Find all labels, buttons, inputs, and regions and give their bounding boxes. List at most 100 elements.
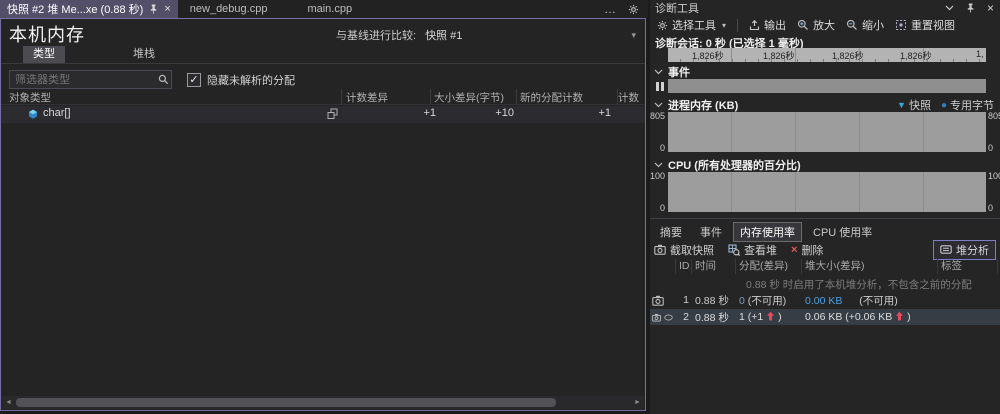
memory-chart-band[interactable] [668,112,986,152]
snapshot-row-2-selected[interactable]: 2 0.88 秒 1 (+1 ) 0.06 KB (+0.06 KB ) [650,309,1000,325]
chevron-down-icon[interactable] [945,5,954,11]
process-memory-chart[interactable]: 805 0 805 0 [650,111,1000,153]
take-snapshot-label: 截取快照 [670,244,714,257]
column-time[interactable]: 时间 [692,259,736,274]
tab-label: new_debug.cpp [189,3,268,15]
column-tags[interactable]: 标签 [938,259,998,274]
tab-new-debug-cpp[interactable]: new_debug.cpp [178,0,296,18]
column-size-diff[interactable]: 大小差异(字节) [434,90,504,105]
column-id[interactable]: ID [676,259,692,274]
ruler-tick-label: 1,826秒 [763,51,795,61]
heap-size-link[interactable]: 0.00 KB [805,295,842,307]
panel-divider [650,218,1000,219]
camera-icon [652,313,661,321]
panel-title: 诊断工具 [655,2,699,15]
zoom-in-button[interactable]: 放大 [794,16,838,34]
app-window: 快照 #2 堆 Me...xe (0.88 秒) × new_debug.cpp… [0,0,1000,414]
column-divider [430,89,431,104]
view-heap-button[interactable]: 查看堆 [728,242,777,258]
settings-gear-icon[interactable] [628,4,639,15]
ruler-tick-label: 1,826秒 [832,51,864,61]
column-divider [516,89,517,104]
tab-memory-usage[interactable]: 内存使用率 [733,222,802,242]
table-row-char-array[interactable]: char[] +1 +10 +1 [1,106,645,123]
alloc-note: (不可用) [747,294,787,307]
events-section-header[interactable]: 事件 [654,64,690,80]
checkbox-checked[interactable]: ✓ [187,73,201,87]
baseline-label: 与基线进行比较: [336,30,417,42]
snapshot-time: 0.88 秒 [695,311,729,324]
memory-view-tabs: 类型 堆栈 [1,46,645,64]
heap-profiling-notice: 0.88 秒 时启用了本机堆分析，不包含之前的分配 [746,279,972,291]
export-button[interactable]: 输出 [746,16,789,34]
baseline-snapshot-select[interactable]: 快照 #1 ▾ [422,27,639,43]
tab-snapshot-diff[interactable]: 快照 #2 堆 Me...xe (0.88 秒) × [0,0,178,18]
column-alloc-diff[interactable]: 分配(差异) [736,259,802,274]
timeline-ruler[interactable]: 1,826秒 1,826秒 1,826秒 1,826秒 1, [668,48,986,62]
heap-analysis-icon [940,245,952,254]
snapshot-time: 0.88 秒 [695,294,729,307]
column-count-diff[interactable]: 计数差异 [346,90,388,105]
camera-icon [654,244,666,255]
tab-types[interactable]: 类型 [23,46,65,63]
search-icon[interactable] [155,74,171,85]
delete-label: 删除 [801,244,824,257]
column-count[interactable]: 计数 [618,90,639,105]
type-icon [27,108,39,120]
close-icon[interactable]: × [987,2,994,14]
scroll-right-icon[interactable]: ► [631,396,644,409]
select-tool-button[interactable]: 选择工具 ▾ [654,16,729,34]
view-heap-icon [728,243,740,256]
events-track[interactable] [668,79,986,93]
filter-types-search [9,70,172,89]
tab-cpu-usage[interactable]: CPU 使用率 [806,222,879,242]
toolbar-divider [737,18,739,32]
column-heap-size-diff[interactable]: 堆大小(差异) [802,259,938,274]
heap-size-cell: 0.00 KB (不可用) [802,293,938,308]
view-heap-label: 查看堆 [744,244,777,257]
y-axis-min-right: 0 [988,143,994,153]
baseline-compare: 与基线进行比较: 快照 #1 ▾ [336,27,639,43]
count-diff-value: +1 [423,107,436,119]
column-object-type[interactable]: 对象类型 [9,90,51,105]
instances-icon[interactable] [327,108,338,120]
y-axis-max: 100 [650,171,666,181]
pin-icon[interactable] [149,4,158,14]
types-table-header: 对象类型 计数差异 大小差异(字节) 新的分配计数 计数 [1,89,645,105]
heap-analysis-label: 堆分析 [956,244,989,257]
snapshot-id: 2 [683,311,689,323]
column-divider [617,89,618,104]
pause-icon [656,82,664,91]
column-new-alloc-count[interactable]: 新的分配计数 [520,90,583,105]
ruler-tick-label: 1,826秒 [692,51,724,61]
heap-analysis-button[interactable]: 堆分析 [933,239,996,260]
select-tool-label: 选择工具 [672,20,716,32]
zoom-out-button[interactable]: 缩小 [843,16,887,34]
scroll-left-icon[interactable]: ◄ [2,396,15,409]
alloc-count: 0 [739,294,745,307]
scrollbar-thumb[interactable] [16,398,556,407]
close-icon[interactable]: × [164,4,170,15]
search-input[interactable] [10,73,155,86]
more-windows-icon[interactable]: … [604,3,617,15]
zoom-out-icon [846,19,857,30]
panel-titlebar: 诊断工具 × [650,0,1000,15]
reset-view-button[interactable]: 重置视图 [892,16,958,34]
heap-size: 0.06 KB (+0.06 KB [805,311,893,323]
horizontal-scrollbar[interactable]: ◄ ► [2,396,644,409]
tab-label: main.cpp [307,3,353,15]
tab-events[interactable]: 事件 [693,222,729,242]
delete-button[interactable]: × 删除 [791,242,823,258]
y-axis-min-right: 0 [988,203,994,213]
object-type-name: char[] [43,107,71,119]
cpu-chart-band[interactable] [668,172,986,212]
tab-stacks[interactable]: 堆栈 [123,46,165,63]
tab-main-cpp[interactable]: main.cpp [295,0,380,18]
document-well: 快照 #2 堆 Me...xe (0.88 秒) × new_debug.cpp… [0,0,648,414]
snapshot-row-1[interactable]: 1 0.88 秒 0 (不可用) 0.00 KB (不可用) [650,292,1000,308]
checkbox-label: 隐藏未解析的分配 [207,75,295,87]
take-snapshot-button[interactable]: 截取快照 [654,242,714,258]
pin-icon[interactable] [966,3,975,13]
tab-summary[interactable]: 摘要 [653,222,689,242]
cpu-chart[interactable]: 100 0 100 0 [650,171,1000,213]
